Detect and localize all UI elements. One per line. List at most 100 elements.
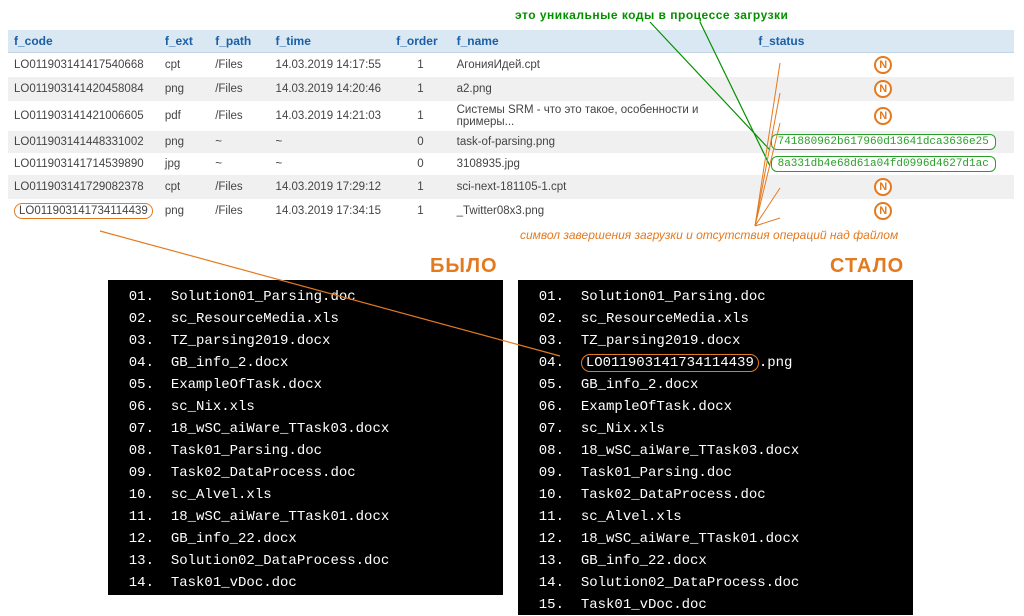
- line-number: 12.: [526, 528, 564, 550]
- line-number: 11.: [526, 506, 564, 528]
- cell-order: 1: [390, 175, 450, 199]
- terminal-line: 05. GB_info_2.docx: [526, 374, 905, 396]
- filename: GB_info_22.docx: [171, 531, 297, 547]
- terminal-line: 13. Solution02_DataProcess.doc: [116, 550, 495, 572]
- cell-status: 8a331db4e68d61a04fd0996d4627d1ac: [752, 153, 1014, 175]
- annotation-unique-codes: это уникальные коды в процессе загрузки: [515, 8, 788, 22]
- filename: Task01_Parsing.doc: [581, 465, 732, 481]
- terminal-line: 11. sc_Alvel.xls: [526, 506, 905, 528]
- cell-path: /Files: [209, 77, 269, 101]
- filename: 18_wSC_aiWare_TTask01.docx: [171, 509, 389, 525]
- filename: 18_wSC_aiWare_TTask01.docx: [581, 531, 799, 547]
- cell-code: LO011903141417540668: [8, 53, 159, 78]
- terminal-now: 01. Solution01_Parsing.doc02. sc_Resourc…: [518, 280, 913, 615]
- terminal-line: 11. 18_wSC_aiWare_TTask01.docx: [116, 506, 495, 528]
- status-hash-badge: 741880962b617960d13641dca3636e25: [771, 134, 996, 150]
- table-row[interactable]: LO011903141417540668cpt/Files14.03.2019 …: [8, 53, 1014, 78]
- cell-time: 14.03.2019 14:17:55: [270, 53, 391, 78]
- line-number: 09.: [116, 462, 154, 484]
- terminal-line: 15. Task01_vDoc.doc: [526, 594, 905, 616]
- line-number: 07.: [526, 418, 564, 440]
- heading-now: СТАЛО: [830, 255, 904, 278]
- filename: Solution01_Parsing.doc: [171, 289, 356, 305]
- line-number: 11.: [116, 506, 154, 528]
- circled-code: LO011903141734114439: [14, 203, 153, 219]
- th-order[interactable]: f_order: [390, 30, 450, 53]
- cell-ext: cpt: [159, 175, 209, 199]
- table-row[interactable]: LO011903141734114439png/Files14.03.2019 …: [8, 199, 1014, 223]
- filename: 18_wSC_aiWare_TTask03.docx: [581, 443, 799, 459]
- cell-time: ~: [270, 153, 391, 175]
- th-status[interactable]: f_status: [752, 30, 1014, 53]
- cell-time: 14.03.2019 17:29:12: [270, 175, 391, 199]
- cell-order: 0: [390, 153, 450, 175]
- terminal-line: 10. Task02_DataProcess.doc: [526, 484, 905, 506]
- filename: ExampleOfTask.docx: [581, 399, 732, 415]
- terminal-line: 13. GB_info_22.docx: [526, 550, 905, 572]
- line-number: 02.: [526, 308, 564, 330]
- th-time[interactable]: f_time: [270, 30, 391, 53]
- cell-ext: png: [159, 77, 209, 101]
- terminal-line: 12. 18_wSC_aiWare_TTask01.docx: [526, 528, 905, 550]
- table-row[interactable]: LO011903141448331002png~~0task-of-parsin…: [8, 131, 1014, 153]
- status-hash-badge: 8a331db4e68d61a04fd0996d4627d1ac: [771, 156, 996, 172]
- terminal-line: 02. sc_ResourceMedia.xls: [526, 308, 905, 330]
- files-table: f_code f_ext f_path f_time f_order f_nam…: [8, 30, 1014, 223]
- line-number: 14.: [116, 572, 154, 594]
- terminal-line: 07. sc_Nix.xls: [526, 418, 905, 440]
- line-number: 15.: [526, 594, 564, 616]
- cell-status: N: [752, 175, 1014, 199]
- table-row[interactable]: LO011903141420458084png/Files14.03.2019 …: [8, 77, 1014, 101]
- filename: Task01_vDoc.doc: [581, 597, 707, 613]
- status-n-badge: N: [874, 107, 892, 125]
- terminal-line: 02. sc_ResourceMedia.xls: [116, 308, 495, 330]
- filename: GB_info_22.docx: [581, 553, 707, 569]
- terminal-line: 06. ExampleOfTask.docx: [526, 396, 905, 418]
- cell-order: 1: [390, 53, 450, 78]
- status-n-badge: N: [874, 56, 892, 74]
- line-number: 01.: [116, 286, 154, 308]
- cell-ext: png: [159, 199, 209, 223]
- cell-name: 3108935.jpg: [451, 153, 753, 175]
- terminal-line: 12. GB_info_22.docx: [116, 528, 495, 550]
- terminal-line: 04. GB_info_2.docx: [116, 352, 495, 374]
- line-number: 06.: [116, 396, 154, 418]
- line-number: 05.: [526, 374, 564, 396]
- filename: TZ_parsing2019.docx: [171, 333, 331, 349]
- filename: Solution02_DataProcess.doc: [581, 575, 799, 591]
- cell-status: N: [752, 77, 1014, 101]
- table-row[interactable]: LO011903141714539890jpg~~03108935.jpg8a3…: [8, 153, 1014, 175]
- status-n-badge: N: [874, 80, 892, 98]
- filename: TZ_parsing2019.docx: [581, 333, 741, 349]
- th-name[interactable]: f_name: [451, 30, 753, 53]
- filename: Task01_Parsing.doc: [171, 443, 322, 459]
- th-code[interactable]: f_code: [8, 30, 159, 53]
- filename: sc_Nix.xls: [171, 399, 255, 415]
- cell-path: /Files: [209, 53, 269, 78]
- table-row[interactable]: LO011903141421006605pdf/Files14.03.2019 …: [8, 101, 1014, 131]
- th-path[interactable]: f_path: [209, 30, 269, 53]
- terminal-line: 06. sc_Nix.xls: [116, 396, 495, 418]
- cell-order: 1: [390, 101, 450, 131]
- cell-path: ~: [209, 153, 269, 175]
- cell-status: N: [752, 101, 1014, 131]
- filename: GB_info_2.docx: [581, 377, 699, 393]
- filename: Task02_DataProcess.doc: [171, 465, 356, 481]
- cell-code: LO011903141421006605: [8, 101, 159, 131]
- th-ext[interactable]: f_ext: [159, 30, 209, 53]
- filename: Task01_vDoc.doc: [171, 575, 297, 591]
- cell-status: N: [752, 53, 1014, 78]
- line-number: 04.: [116, 352, 154, 374]
- line-number: 01.: [526, 286, 564, 308]
- cell-time: 14.03.2019 14:21:03: [270, 101, 391, 131]
- filename: sc_ResourceMedia.xls: [171, 311, 339, 327]
- terminal-line: 04. LO011903141734114439.png: [526, 352, 905, 374]
- cell-status: 741880962b617960d13641dca3636e25: [752, 131, 1014, 153]
- cell-path: /Files: [209, 199, 269, 223]
- cell-status: N: [752, 199, 1014, 223]
- table-row[interactable]: LO011903141729082378cpt/Files14.03.2019 …: [8, 175, 1014, 199]
- line-number: 10.: [116, 484, 154, 506]
- cell-name: task-of-parsing.png: [451, 131, 753, 153]
- cell-ext: cpt: [159, 53, 209, 78]
- terminal-line: 03. TZ_parsing2019.docx: [116, 330, 495, 352]
